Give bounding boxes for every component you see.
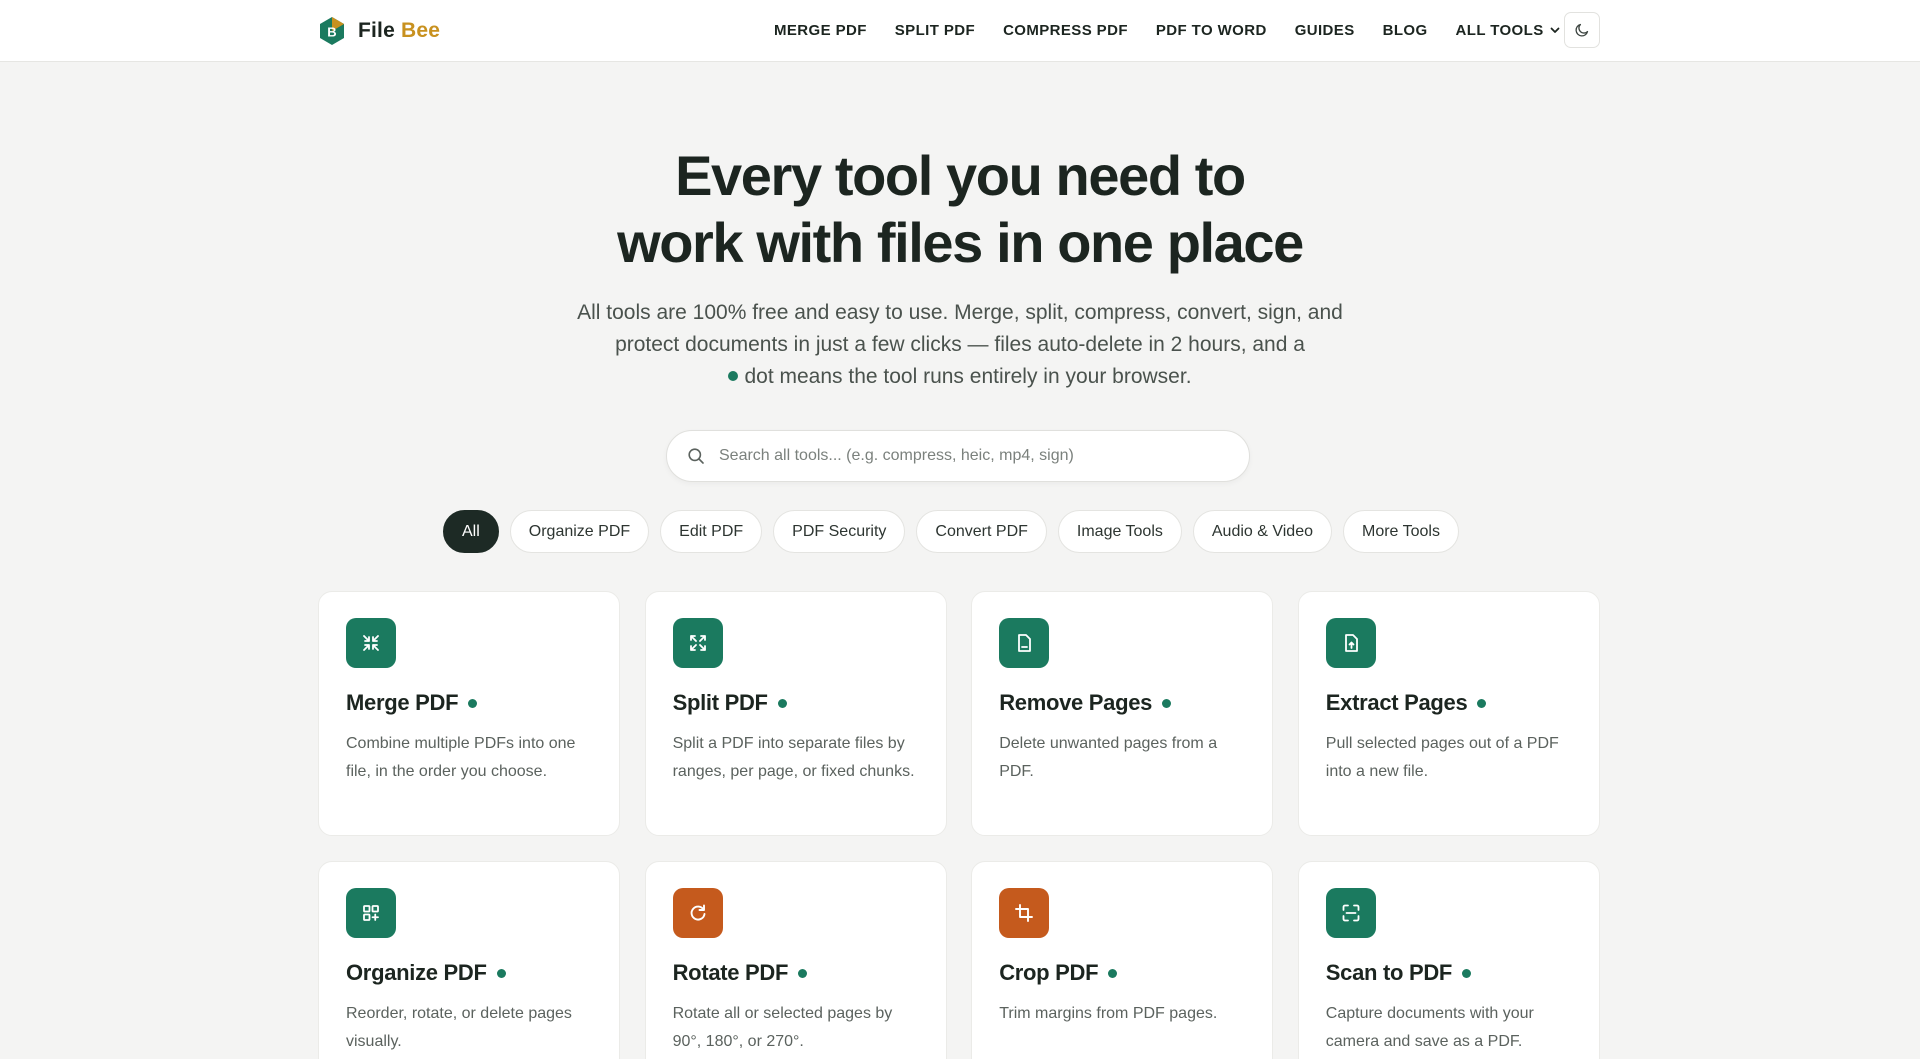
subtitle-tail-text: dot means the tool runs entirely in your… bbox=[744, 365, 1192, 388]
brand-name-file: File bbox=[358, 19, 395, 42]
category-filter-chips: All Organize PDF Edit PDF PDF Security C… bbox=[443, 510, 1459, 553]
page-title-line-2: work with files in one place bbox=[617, 211, 1304, 274]
tool-title-text: Scan to PDF bbox=[1325, 960, 1453, 985]
grid-plus-icon bbox=[363, 905, 379, 921]
tool-description: Split a PDF into separate files by range… bbox=[672, 735, 915, 780]
filter-chip-convert-pdf[interactable]: Convert PDF bbox=[916, 510, 1047, 553]
tool-title-text: Crop PDF bbox=[999, 960, 1099, 985]
subtitle-main-text: All tools are 100% free and easy to use.… bbox=[577, 301, 1343, 356]
theme-toggle-button[interactable] bbox=[1564, 12, 1600, 48]
nav-blog[interactable]: BLOG bbox=[1383, 22, 1428, 39]
chevron-down-icon bbox=[1550, 27, 1560, 33]
browser-only-dot-icon bbox=[1108, 968, 1118, 978]
tool-search-box[interactable] bbox=[666, 430, 1250, 482]
brand-name-bee: Bee bbox=[400, 19, 441, 42]
main-nav: MERGE PDF SPLIT PDF COMPRESS PDF PDF TO … bbox=[774, 0, 1561, 60]
browser-only-dot-icon bbox=[1162, 698, 1172, 708]
tool-icon-badge bbox=[999, 618, 1050, 668]
tool-description: Pull selected pages out of a PDF into a … bbox=[1325, 735, 1559, 780]
tool-card-rotate-pdf[interactable]: Rotate PDF Rotate all or selected pages … bbox=[644, 861, 947, 1059]
tool-icon-badge bbox=[999, 888, 1050, 938]
filter-chip-all[interactable]: All bbox=[443, 510, 499, 553]
browser-only-dot-icon bbox=[468, 698, 478, 708]
moon-icon bbox=[1575, 23, 1589, 37]
nav-pdf-to-word[interactable]: PDF TO WORD bbox=[1156, 22, 1267, 39]
tool-icon-badge bbox=[346, 618, 396, 668]
hexagon-logo-icon: B bbox=[320, 17, 344, 45]
brand-logo[interactable]: B File Bee bbox=[318, 14, 440, 48]
tool-card-scan-to-pdf[interactable]: Scan to PDF Capture documents with your … bbox=[1297, 861, 1600, 1059]
brand-name: File Bee bbox=[358, 19, 440, 43]
filter-chip-audio-video[interactable]: Audio & Video bbox=[1192, 510, 1332, 553]
tool-icon-badge bbox=[672, 888, 723, 938]
tool-title: Extract Pages bbox=[1326, 690, 1572, 716]
page-title-line-1: Every tool you need to bbox=[675, 144, 1246, 207]
nav-all-tools-label: ALL TOOLS bbox=[1455, 21, 1544, 39]
tool-title: Crop PDF bbox=[999, 960, 1245, 986]
tool-title-text: Extract Pages bbox=[1325, 690, 1468, 715]
top-navigation-bar: B File Bee MERGE PDF SPLIT PDF COMPRESS P… bbox=[0, 0, 1920, 62]
search-icon bbox=[688, 448, 704, 464]
split-icon bbox=[689, 635, 706, 651]
tool-card-organize-pdf[interactable]: Organize PDF Reorder, rotate, or delete … bbox=[318, 861, 620, 1059]
tool-title-text: Merge PDF bbox=[346, 690, 459, 715]
tool-description: Reorder, rotate, or delete pages visuall… bbox=[346, 1005, 572, 1050]
nav-all-tools-dropdown[interactable]: ALL TOOLS bbox=[1456, 22, 1561, 39]
tool-description: Combine multiple PDFs into one file, in … bbox=[346, 735, 576, 780]
file-export-icon bbox=[1344, 634, 1358, 652]
tool-description: Trim margins from PDF pages. bbox=[999, 1005, 1218, 1022]
browser-only-dot-icon bbox=[777, 698, 787, 708]
crop-icon bbox=[1015, 904, 1034, 922]
nav-split-pdf[interactable]: SPLIT PDF bbox=[895, 22, 975, 39]
merge-icon bbox=[363, 635, 379, 651]
browser-only-dot-icon bbox=[496, 968, 506, 978]
tool-icon-badge bbox=[1325, 618, 1376, 668]
tool-title: Split PDF bbox=[673, 690, 919, 716]
nav-compress-pdf[interactable]: COMPRESS PDF bbox=[1003, 22, 1128, 39]
tool-title-text: Remove Pages bbox=[999, 690, 1153, 715]
browser-only-dot-icon bbox=[798, 968, 808, 978]
page-title: Every tool you need to work with files i… bbox=[460, 142, 1460, 276]
browser-only-dot-icon bbox=[1477, 698, 1487, 708]
tool-icon-badge bbox=[346, 888, 396, 938]
search-input[interactable] bbox=[719, 447, 1219, 465]
tool-card-crop-pdf[interactable]: Crop PDF Trim margins from PDF pages. bbox=[971, 861, 1274, 1059]
tool-title: Organize PDF bbox=[346, 960, 592, 986]
filter-chip-organize-pdf[interactable]: Organize PDF bbox=[509, 510, 650, 553]
browser-only-dot-icon bbox=[728, 371, 739, 382]
tool-icon-badge bbox=[672, 618, 723, 668]
tool-description: Delete unwanted pages from a PDF. bbox=[999, 735, 1218, 780]
file-icon bbox=[1018, 634, 1032, 652]
filter-chip-pdf-security[interactable]: PDF Security bbox=[773, 510, 906, 553]
tool-card-remove-pages[interactable]: Remove Pages Delete unwanted pages from … bbox=[971, 591, 1274, 836]
svg-text:B: B bbox=[327, 25, 336, 40]
tool-title: Rotate PDF bbox=[673, 960, 919, 986]
tool-card-merge-pdf[interactable]: Merge PDF Combine multiple PDFs into one… bbox=[318, 591, 620, 836]
tool-grid: Merge PDF Combine multiple PDFs into one… bbox=[318, 591, 1600, 1059]
tool-description: Rotate all or selected pages by 90°, 180… bbox=[672, 1005, 893, 1050]
filter-chip-image-tools[interactable]: Image Tools bbox=[1057, 510, 1182, 553]
nav-merge-pdf[interactable]: MERGE PDF bbox=[774, 22, 867, 39]
scan-icon bbox=[1342, 904, 1360, 922]
tool-title: Remove Pages bbox=[999, 690, 1245, 716]
tool-icon-badge bbox=[1325, 888, 1376, 938]
tool-title: Merge PDF bbox=[346, 690, 592, 716]
filter-chip-more-tools[interactable]: More Tools bbox=[1343, 510, 1459, 553]
tool-title: Scan to PDF bbox=[1326, 960, 1572, 986]
tool-title-text: Rotate PDF bbox=[672, 960, 789, 985]
browser-only-dot-icon bbox=[1462, 968, 1472, 978]
nav-guides[interactable]: GUIDES bbox=[1295, 22, 1355, 39]
tool-title-text: Split PDF bbox=[672, 690, 768, 715]
tool-card-extract-pages[interactable]: Extract Pages Pull selected pages out of… bbox=[1297, 591, 1600, 836]
filter-chip-edit-pdf[interactable]: Edit PDF bbox=[660, 510, 763, 553]
rotate-icon bbox=[690, 904, 706, 921]
tool-title-text: Organize PDF bbox=[346, 960, 487, 985]
tool-description: Capture documents with your camera and s… bbox=[1325, 1005, 1534, 1050]
page-subtitle: All tools are 100% free and easy to use.… bbox=[560, 297, 1360, 393]
tool-card-split-pdf[interactable]: Split PDF Split a PDF into separate file… bbox=[644, 591, 947, 836]
